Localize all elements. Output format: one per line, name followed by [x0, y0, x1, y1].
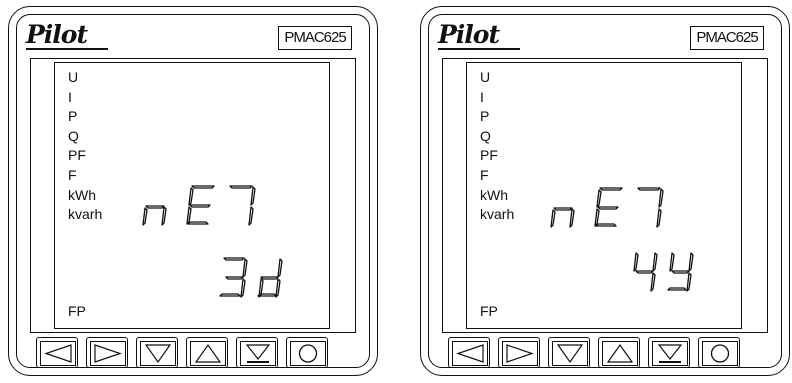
menu-button[interactable] [698, 337, 740, 368]
left-arrow-button[interactable] [36, 337, 78, 368]
right-arrow-icon [90, 341, 126, 366]
lcd-line1 [550, 187, 664, 228]
brand-logo: Pilot [26, 20, 88, 49]
circle-icon [702, 341, 738, 366]
lcd-line2 [633, 252, 694, 292]
param-label: U [480, 69, 491, 85]
param-label: U [68, 69, 79, 85]
param-label: P [68, 108, 78, 125]
right-arrow-icon [502, 341, 538, 366]
logo-underline [26, 48, 108, 50]
param-label: I [68, 88, 72, 105]
model-label: PMAC625 [278, 26, 352, 50]
down-arrow-icon [552, 341, 588, 366]
right-arrow-button[interactable] [498, 337, 540, 368]
up-arrow-button[interactable] [186, 337, 228, 368]
enter-button[interactable] [236, 337, 278, 368]
lcd-line1 [142, 185, 256, 226]
down-arrow-button[interactable] [548, 337, 590, 368]
brand-logo: Pilot [438, 20, 500, 49]
up-arrow-icon [602, 341, 638, 366]
meter-panel-right: Pilot PMAC625 U I P Q PF F kWh kvarh FP [420, 6, 792, 378]
fp-label: FP [480, 303, 498, 319]
logo-underline [438, 48, 520, 50]
enter-icon [240, 341, 276, 366]
meter-panel-left: Pilot PMAC625 U I P Q PF F kWh kvarh FP [8, 6, 380, 378]
param-label: F [68, 166, 77, 183]
model-label: PMAC625 [690, 26, 764, 50]
up-arrow-icon [190, 341, 226, 366]
param-label: I [480, 88, 484, 105]
down-arrow-button[interactable] [136, 337, 178, 368]
param-label: kWh [68, 186, 96, 203]
param-label: PF [480, 147, 498, 164]
lcd-line2 [219, 257, 283, 298]
left-arrow-icon [452, 341, 488, 366]
left-arrow-button[interactable] [448, 337, 490, 368]
param-label: kWh [480, 186, 508, 203]
param-label: Q [480, 127, 491, 144]
param-label: kvarh [480, 206, 515, 223]
param-label: PF [68, 147, 86, 164]
param-label: F [480, 166, 489, 183]
param-label: Q [68, 127, 79, 144]
circle-icon [290, 341, 326, 366]
left-arrow-icon [40, 341, 76, 366]
right-arrow-button[interactable] [86, 337, 128, 368]
up-arrow-button[interactable] [598, 337, 640, 368]
down-arrow-icon [140, 341, 176, 366]
enter-button[interactable] [648, 337, 690, 368]
fp-label: FP [68, 303, 86, 319]
menu-button[interactable] [286, 337, 328, 368]
parameter-list: U I P Q PF F kWh kvarh [68, 68, 102, 225]
param-label: P [480, 108, 490, 125]
enter-icon [652, 341, 688, 366]
parameter-list: U I P Q PF F kWh kvarh [480, 68, 514, 225]
param-label: kvarh [68, 206, 103, 223]
